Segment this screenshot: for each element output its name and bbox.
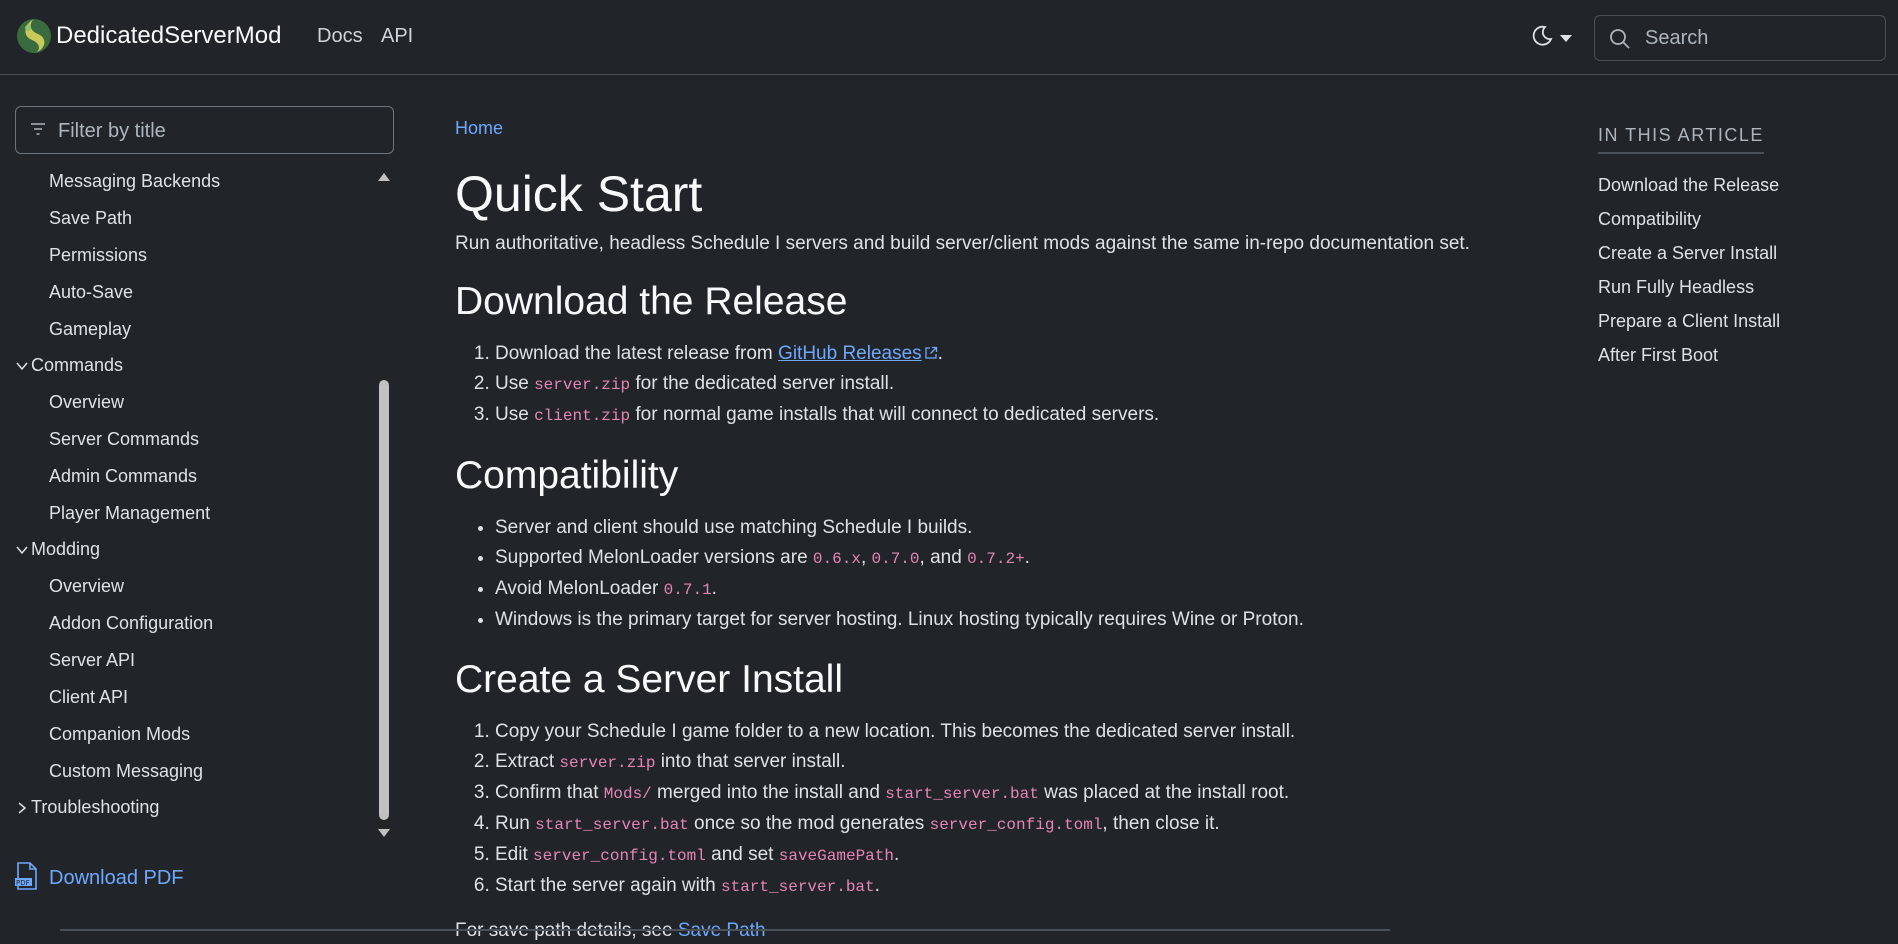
logo-icon xyxy=(16,16,52,56)
filter-box[interactable] xyxy=(15,106,394,154)
toc-item-companion-mods[interactable]: Companion Mods xyxy=(49,724,190,745)
sidebar-toc: Messaging Backends Save Path Permissions… xyxy=(15,165,375,825)
nav-api[interactable]: API xyxy=(381,25,413,48)
toc-item-auto-save[interactable]: Auto-Save xyxy=(49,282,133,303)
in-this-article-title: IN THIS ARTICLE xyxy=(1598,125,1764,154)
toc-item-permissions[interactable]: Permissions xyxy=(49,245,147,266)
toc-item-server-commands[interactable]: Server Commands xyxy=(49,429,199,450)
ita-link-after-first-boot[interactable]: After First Boot xyxy=(1598,344,1878,366)
toc-group-commands[interactable]: Commands xyxy=(15,355,123,376)
page-lead: Run authoritative, headless Schedule I s… xyxy=(455,233,1470,254)
chevron-down-icon xyxy=(15,359,29,373)
list-item: Copy your Schedule I game folder to a ne… xyxy=(495,717,1545,747)
brand-home-link[interactable]: DedicatedServerMod xyxy=(16,16,281,56)
compatibility-list: Server and client should use matching Sc… xyxy=(455,513,1545,635)
external-link-icon xyxy=(922,343,938,364)
filter-icon xyxy=(30,122,46,141)
toc-item-save-path[interactable]: Save Path xyxy=(49,208,132,229)
toc-group-modding[interactable]: Modding xyxy=(15,539,100,560)
brand-title: DedicatedServerMod xyxy=(56,22,282,49)
list-item: Avoid MelonLoader 0.7.1. xyxy=(495,574,1545,605)
filter-input[interactable] xyxy=(56,117,376,145)
list-item: Download the latest release from GitHub … xyxy=(495,339,1545,369)
in-this-article-nav: IN THIS ARTICLE Download the Release Com… xyxy=(1598,125,1878,366)
list-item: Server and client should use matching Sc… xyxy=(495,513,1545,543)
toc-group-troubleshooting[interactable]: Troubleshooting xyxy=(15,797,159,818)
toc-item-admin-commands[interactable]: Admin Commands xyxy=(49,466,197,487)
install-steps-list: Copy your Schedule I game folder to a ne… xyxy=(455,717,1545,902)
search-input[interactable] xyxy=(1643,24,1873,52)
toc-item-messaging-backends[interactable]: Messaging Backends xyxy=(49,171,220,192)
list-item: Use client.zip for normal game installs … xyxy=(495,400,1545,431)
toc-item-commands-overview[interactable]: Overview xyxy=(49,392,124,413)
download-steps-list: Download the latest release from GitHub … xyxy=(455,339,1545,431)
heading-download-release: Download the Release xyxy=(455,280,848,323)
list-item: Windows is the primary target for server… xyxy=(495,605,1545,635)
sidebar-scrollbar[interactable] xyxy=(376,165,392,840)
article-content: Home Quick Start Run authoritative, head… xyxy=(455,118,1545,944)
chevron-right-icon xyxy=(15,801,29,815)
toc-group-label: Modding xyxy=(31,539,101,559)
caret-down-icon xyxy=(1560,30,1572,48)
list-item: Run start_server.bat once so the mod gen… xyxy=(495,809,1545,840)
save-path-note: For save path details, see Save Path xyxy=(455,920,766,941)
ita-link-download-release[interactable]: Download the Release xyxy=(1598,174,1878,196)
toc-item-modding-overview[interactable]: Overview xyxy=(49,576,124,597)
svg-text:PDF: PDF xyxy=(16,879,30,887)
list-item: Edit server_config.toml and set saveGame… xyxy=(495,840,1545,871)
ita-link-prepare-client-install[interactable]: Prepare a Client Install xyxy=(1598,310,1878,332)
scroll-down-arrow-icon[interactable] xyxy=(378,825,390,837)
download-pdf-label: Download PDF xyxy=(49,867,184,889)
github-releases-link[interactable]: GitHub Releases xyxy=(778,343,922,364)
toc-group-label: Troubleshooting xyxy=(31,797,160,817)
list-item: Use server.zip for the dedicated server … xyxy=(495,369,1545,400)
toc-item-client-api[interactable]: Client API xyxy=(49,687,128,708)
breadcrumb-home[interactable]: Home xyxy=(455,118,503,138)
page-title: Quick Start xyxy=(455,166,703,222)
toc-item-addon-configuration[interactable]: Addon Configuration xyxy=(49,613,213,634)
toc-item-server-api[interactable]: Server API xyxy=(49,650,135,671)
ita-link-run-fully-headless[interactable]: Run Fully Headless xyxy=(1598,276,1878,298)
toc-item-player-management[interactable]: Player Management xyxy=(49,503,210,524)
chevron-down-icon xyxy=(15,543,29,557)
scroll-up-arrow-icon[interactable] xyxy=(378,169,390,181)
ita-link-create-server-install[interactable]: Create a Server Install xyxy=(1598,242,1878,264)
list-item: Supported MelonLoader versions are 0.6.x… xyxy=(495,543,1545,574)
nav-docs[interactable]: Docs xyxy=(317,25,363,48)
list-item: Start the server again with start_server… xyxy=(495,871,1545,902)
pdf-file-icon: PDF xyxy=(15,862,39,895)
download-pdf-link[interactable]: PDF Download PDF xyxy=(15,862,184,895)
top-navbar: DedicatedServerMod Docs API xyxy=(0,0,1898,75)
search-icon xyxy=(1609,28,1631,55)
list-item: Confirm that Mods/ merged into the insta… xyxy=(495,778,1545,809)
ita-link-compatibility[interactable]: Compatibility xyxy=(1598,208,1878,230)
moon-icon xyxy=(1530,24,1554,53)
theme-toggle-button[interactable] xyxy=(1530,24,1572,53)
heading-create-server-install: Create a Server Install xyxy=(455,658,844,701)
search-box[interactable] xyxy=(1594,15,1886,61)
scroll-thumb[interactable] xyxy=(379,380,389,820)
heading-compatibility: Compatibility xyxy=(455,454,679,497)
toc-item-gameplay[interactable]: Gameplay xyxy=(49,319,131,340)
toc-item-custom-messaging[interactable]: Custom Messaging xyxy=(49,761,203,782)
toc-group-label: Commands xyxy=(31,355,124,375)
list-item: Extract server.zip into that server inst… xyxy=(495,747,1545,778)
